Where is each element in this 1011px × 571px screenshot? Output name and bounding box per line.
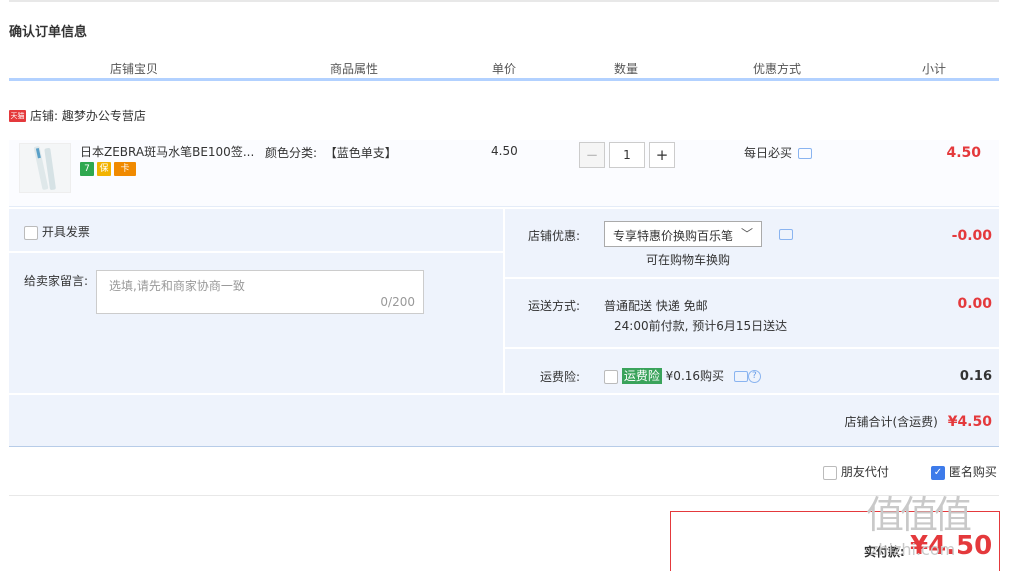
guarantee-icon: 保 [97, 162, 111, 176]
product-attributes: 颜色分类: 【蓝色单支】 [265, 144, 397, 161]
friend-pay-checkbox[interactable] [823, 465, 837, 480]
shop-row: 天猫 店铺: 趣梦办公专营店 [9, 107, 146, 124]
shipping-label: 运送方式: [528, 299, 581, 313]
invoice-checkbox[interactable] [24, 225, 38, 240]
insurance-checkbox[interactable] [604, 369, 618, 384]
order-options-panel: 开具发票 给卖家留言: 选填,请先和商家协商一致 0/200 店铺优惠: 专享特… [9, 209, 999, 447]
product-thumbnail[interactable] [19, 143, 71, 193]
shipping-amount: 0.00 [957, 296, 992, 312]
anonymous-option: ✓ 匿名购买 [931, 463, 997, 480]
shop-total-label: 店铺合计(含运费) [844, 415, 938, 429]
column-sep [9, 68, 10, 71]
message-icon[interactable] [779, 229, 793, 240]
shop-total: 店铺合计(含运费) ¥4.50 [845, 413, 993, 430]
column-shop-item: 店铺宝贝 [109, 62, 158, 76]
invoice-row: 开具发票 [24, 223, 90, 240]
pen-icon [20, 144, 70, 192]
unit-price: 4.50 [491, 144, 518, 158]
bottom-divider [9, 495, 999, 496]
message-icon[interactable] [733, 371, 748, 382]
invoice-label: 开具发票 [41, 225, 90, 239]
divider [503, 209, 505, 395]
column-header: 店铺宝贝 商品属性 单价 数量 优惠方式 小计 [9, 56, 999, 81]
watermark-logo: 值值值 [866, 493, 972, 537]
shipping-eta: 24:00前付款, 预计6月15日送达 [614, 319, 788, 333]
column-subtotal: 小计 [921, 62, 946, 76]
insurance-amount: 0.16 [959, 369, 992, 384]
message-icon[interactable] [798, 148, 813, 159]
insurance-label: 运费险: [540, 370, 581, 384]
promo-method: 每日必买 [744, 144, 813, 161]
memo-placeholder: 选填,请先和商家协商一致 [109, 279, 245, 293]
shipping-method: 普通配送 快递 免邮 [604, 299, 708, 313]
card-payment-icon: 卡 [114, 162, 136, 176]
seven-day-return-icon: 7 [80, 162, 94, 176]
quantity-input[interactable]: 1 [609, 142, 645, 168]
attr-label: 颜色分类: [265, 146, 318, 160]
item-row: 日本ZEBRA斑马水笔BE100签... 7 保 卡 颜色分类: 【蓝色单支】 … [9, 140, 999, 207]
attr-value: 【蓝色单支】 [324, 146, 397, 160]
column-discount: 优惠方式 [752, 62, 801, 76]
divider [9, 393, 999, 395]
quantity-stepper: − 1 + [579, 142, 675, 168]
anonymous-checkbox[interactable]: ✓ [931, 465, 945, 480]
help-icon[interactable]: ? [747, 370, 761, 383]
friend-pay-option: 朋友代付 [823, 463, 889, 480]
column-attributes: 商品属性 [329, 62, 378, 76]
product-badges: 7 保 卡 [80, 162, 136, 176]
promo-text: 每日必买 [744, 146, 793, 160]
decrease-button[interactable]: − [579, 142, 605, 168]
insurance-badge: 运费险 [621, 368, 662, 384]
shop-discount-selected: 专享特惠价换购百乐笔 [613, 229, 734, 243]
friend-pay-label: 朋友代付 [840, 465, 889, 479]
column-unit-price: 单价 [491, 62, 516, 76]
watermark-url: zhizhi.com [870, 540, 956, 559]
shop-total-amount: ¥4.50 [947, 414, 992, 430]
shop-discount-select[interactable]: 专享特惠价换购百乐笔 ﹀ [604, 221, 762, 247]
top-divider [9, 0, 999, 2]
memo-label: 给卖家留言: [24, 274, 89, 288]
shop-name[interactable]: 店铺: 趣梦办公专营店 [30, 107, 146, 124]
shop-discount-label: 店铺优惠: [528, 229, 581, 243]
memo-char-count: 0/200 [380, 295, 415, 309]
column-quantity: 数量 [613, 62, 638, 76]
tmall-icon: 天猫 [9, 109, 26, 122]
divider [505, 277, 999, 279]
chevron-down-icon: ﹀ [740, 227, 753, 241]
divider [505, 347, 999, 349]
memo-textarea[interactable]: 选填,请先和商家协商一致 0/200 [96, 270, 424, 314]
anonymous-label: 匿名购买 [948, 465, 997, 479]
page-title: 确认订单信息 [9, 25, 88, 40]
insurance-price: ¥0.16购买 [665, 369, 725, 383]
item-subtotal: 4.50 [946, 145, 981, 161]
product-name[interactable]: 日本ZEBRA斑马水笔BE100签... [80, 143, 260, 160]
shop-discount-amount: -0.00 [951, 228, 992, 244]
divider [9, 251, 503, 253]
increase-button[interactable]: + [649, 142, 675, 168]
shop-discount-note: 可在购物车换购 [646, 253, 731, 267]
insurance-row: 运费险 ¥0.16购买 ? [604, 367, 761, 384]
